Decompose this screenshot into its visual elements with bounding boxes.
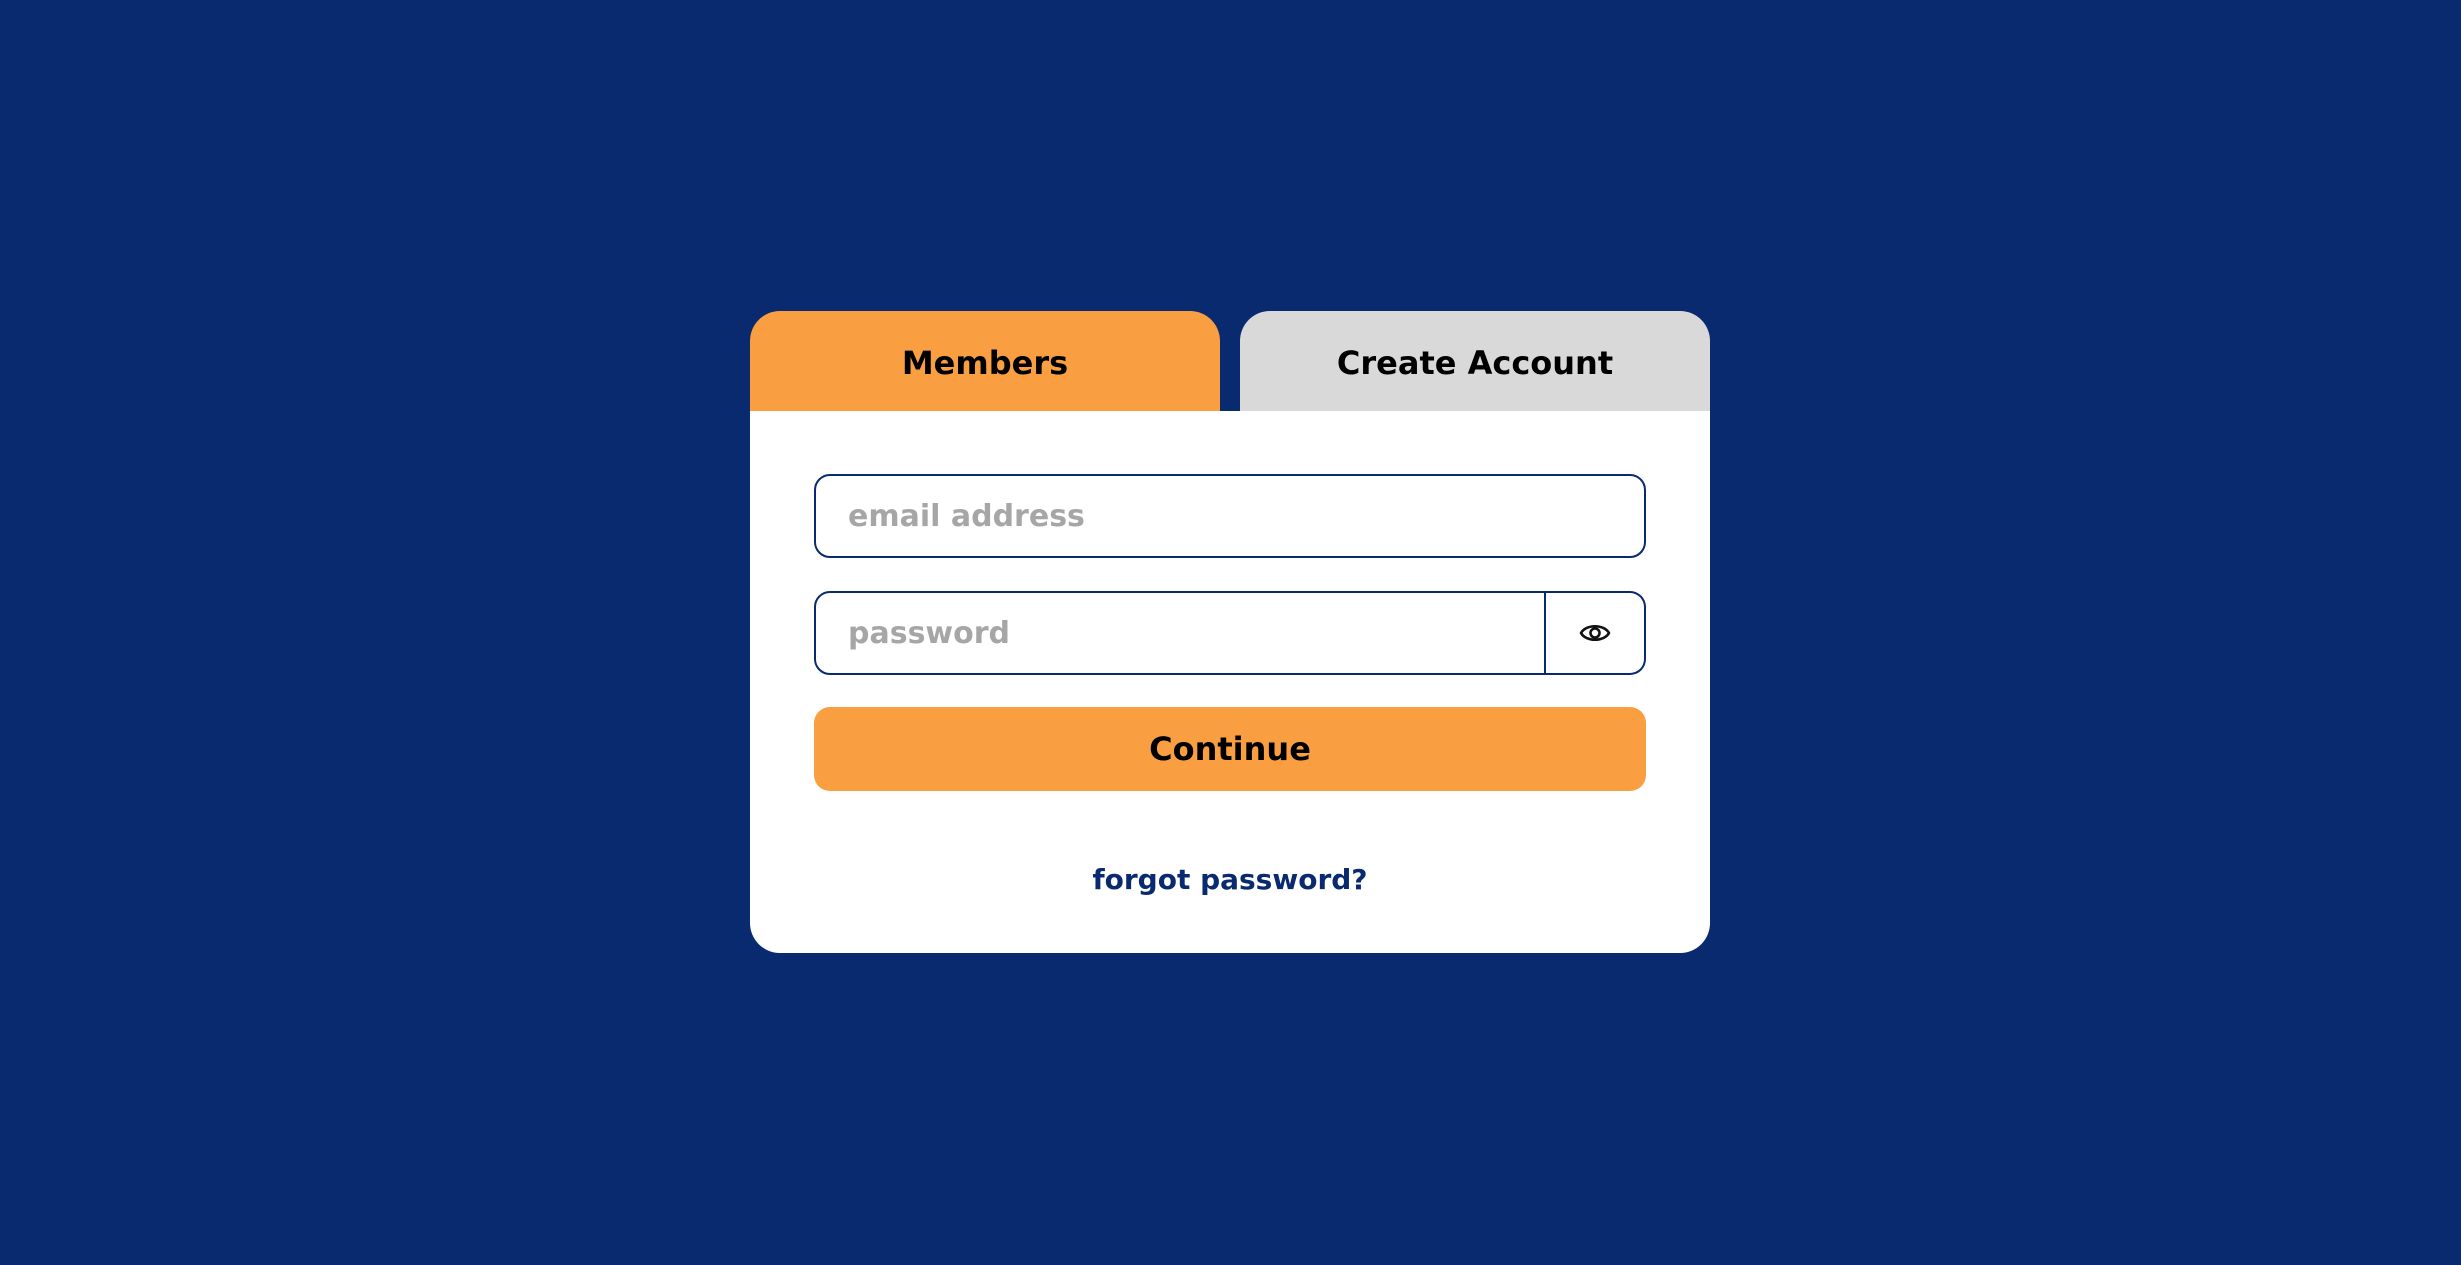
show-password-button[interactable]: [1546, 591, 1646, 675]
password-input[interactable]: [816, 593, 1544, 673]
continue-button[interactable]: Continue: [814, 707, 1646, 791]
password-field-container: [814, 591, 1546, 675]
forgot-password-link[interactable]: forgot password?: [750, 863, 1710, 896]
login-card: Members Create Account Continue forgot p…: [750, 311, 1710, 953]
email-input[interactable]: [816, 476, 1644, 556]
email-field-container: [814, 474, 1646, 558]
tab-create-account-label: Create Account: [1336, 344, 1614, 382]
eye-icon: [1579, 624, 1611, 642]
tab-create-account[interactable]: Create Account: [1240, 311, 1710, 411]
tab-members[interactable]: Members: [750, 311, 1220, 411]
tab-members-label: Members: [901, 344, 1069, 382]
login-panel: Continue forgot password?: [750, 411, 1710, 953]
password-group: [814, 591, 1646, 675]
